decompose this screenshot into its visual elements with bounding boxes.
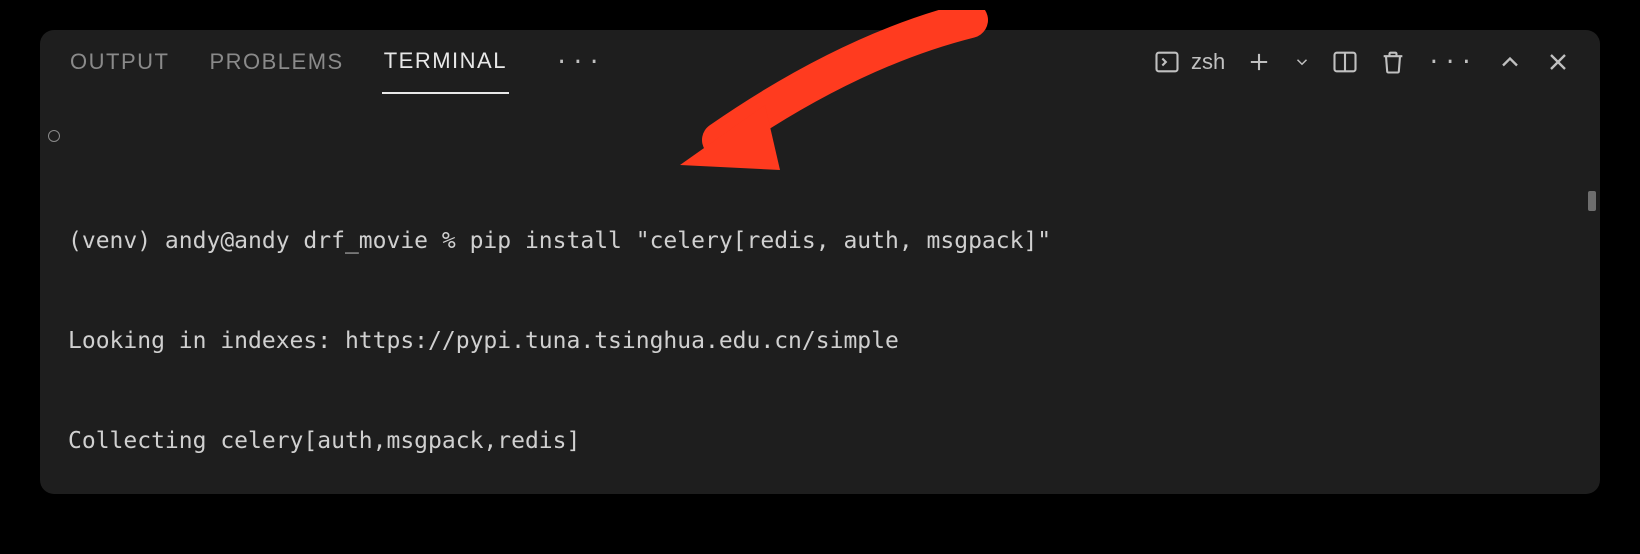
command-marker-icon (48, 130, 60, 142)
maximize-panel-button[interactable] (1496, 48, 1524, 76)
tab-terminal[interactable]: TERMINAL (382, 30, 509, 94)
shell-name: zsh (1191, 49, 1225, 75)
tab-overflow-button[interactable]: ··· (545, 50, 614, 75)
scrollbar-thumb[interactable] (1588, 191, 1596, 211)
terminal-line: Collecting celery[auth,msgpack,redis] (68, 425, 1572, 458)
chevron-down-icon[interactable] (1293, 48, 1311, 76)
terminal-icon (1153, 48, 1181, 76)
panel-tab-bar: OUTPUT PROBLEMS TERMINAL ··· zsh (40, 30, 1600, 95)
panel-tabs: OUTPUT PROBLEMS TERMINAL ··· (68, 30, 614, 94)
terminal-toolbar: zsh (1153, 48, 1572, 76)
terminal-output[interactable]: (venv) andy@andy drf_movie % pip install… (40, 95, 1600, 494)
new-terminal-button[interactable] (1245, 48, 1273, 76)
split-terminal-button[interactable] (1331, 48, 1359, 76)
shell-dropdown[interactable]: zsh (1153, 48, 1225, 76)
terminal-line-prompt: (venv) andy@andy drf_movie % pip install… (68, 225, 1572, 258)
terminal-panel: OUTPUT PROBLEMS TERMINAL ··· zsh (40, 30, 1600, 494)
tab-problems[interactable]: PROBLEMS (207, 31, 345, 93)
tab-output[interactable]: OUTPUT (68, 31, 171, 93)
terminal-line: Looking in indexes: https://pypi.tuna.ts… (68, 325, 1572, 358)
more-actions-button[interactable]: ··· (1427, 50, 1476, 75)
kill-terminal-button[interactable] (1379, 48, 1407, 76)
close-panel-button[interactable] (1544, 48, 1572, 76)
